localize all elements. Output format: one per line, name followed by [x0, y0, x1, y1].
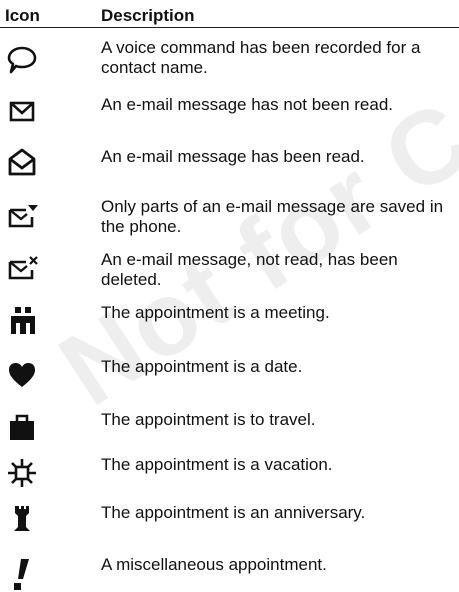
row-description: The appointment is a meeting. [101, 303, 330, 322]
envelope-closed-icon [6, 95, 38, 129]
tower-icon [6, 503, 38, 537]
header-description-column: Description [101, 6, 195, 25]
envelope-deleted-icon [6, 252, 38, 286]
briefcase-icon [6, 410, 38, 444]
header-icon-column: Icon [5, 6, 40, 25]
row-description: A voice command has been recorded for a … [101, 38, 421, 77]
speech-bubble-icon [6, 44, 38, 78]
row-description: An e-mail message, not read, has been de… [101, 250, 398, 289]
exclamation-icon [6, 555, 38, 590]
row-description: The appointment is a vacation. [101, 455, 333, 474]
row-description: The appointment is an anniversary. [101, 503, 366, 522]
sun-icon [6, 457, 38, 491]
row-description: The appointment is to travel. [101, 410, 316, 429]
meeting-people-icon [6, 305, 38, 339]
row-description: An e-mail message has been read. [101, 147, 365, 166]
row-description: The appointment is a date. [101, 357, 303, 376]
row-description: A miscellaneous appointment. [101, 555, 327, 574]
table-header: Icon Description [0, 0, 459, 28]
row-description: Only parts of an e-mail message are save… [101, 197, 444, 236]
envelope-partial-icon [6, 201, 38, 235]
row-description: An e-mail message has not been read. [101, 95, 394, 114]
envelope-open-icon [6, 145, 38, 179]
heart-icon [6, 359, 38, 393]
